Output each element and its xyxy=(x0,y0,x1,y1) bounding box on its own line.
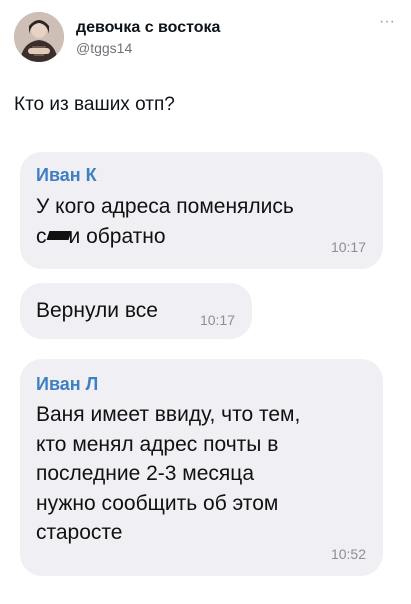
message-line-prefix: с xyxy=(36,224,47,248)
message-line: последние 2-3 месяца xyxy=(36,462,254,485)
tweet-text: Кто из ваших отп? xyxy=(14,94,175,115)
author-names: девочка с востока @tggs14 xyxy=(76,19,220,57)
message-line: Ваня имеет ввиду, что тем, xyxy=(36,403,301,426)
avatar-image xyxy=(14,12,64,62)
message-time: 10:17 xyxy=(199,312,235,328)
message-line: нужно сообщить об этом xyxy=(36,491,279,515)
tweet-header: девочка с востока @tggs14 ··· xyxy=(14,12,399,64)
message-sender: Иван К xyxy=(36,165,97,185)
message-line: У кого адреса поменялись xyxy=(36,195,294,218)
message-text: У кого адреса поменялись с и обратно xyxy=(36,192,294,251)
message-line: с и обратно xyxy=(36,222,294,252)
message-line-rest: и обратно xyxy=(68,224,166,248)
user-handle[interactable]: @tggs14 xyxy=(76,39,220,57)
message-bubble: Иван К У кого адреса поменялись с и обрат… xyxy=(20,152,383,269)
message-sender: Иван Л xyxy=(36,374,99,394)
display-name[interactable]: девочка с востока xyxy=(76,19,220,37)
censor-mark xyxy=(47,228,69,244)
message-time: 10:52 xyxy=(330,546,366,562)
message-line: кто менял адрес почты в xyxy=(36,432,279,456)
message-text: Ваня имеет ввиду, что тем, кто менял адр… xyxy=(36,400,300,548)
avatar[interactable] xyxy=(14,12,64,62)
message-text: Вернули все xyxy=(36,296,158,326)
message-time: 10:17 xyxy=(330,239,366,255)
message-line: старосте xyxy=(36,521,123,544)
message-bubble: Иван Л Ваня имеет ввиду, что тем, кто ме… xyxy=(20,359,383,576)
more-icon[interactable]: ··· xyxy=(379,14,395,30)
message-line: Вернули все xyxy=(36,299,158,322)
message-bubble: Вернули все 10:17 xyxy=(20,283,252,339)
